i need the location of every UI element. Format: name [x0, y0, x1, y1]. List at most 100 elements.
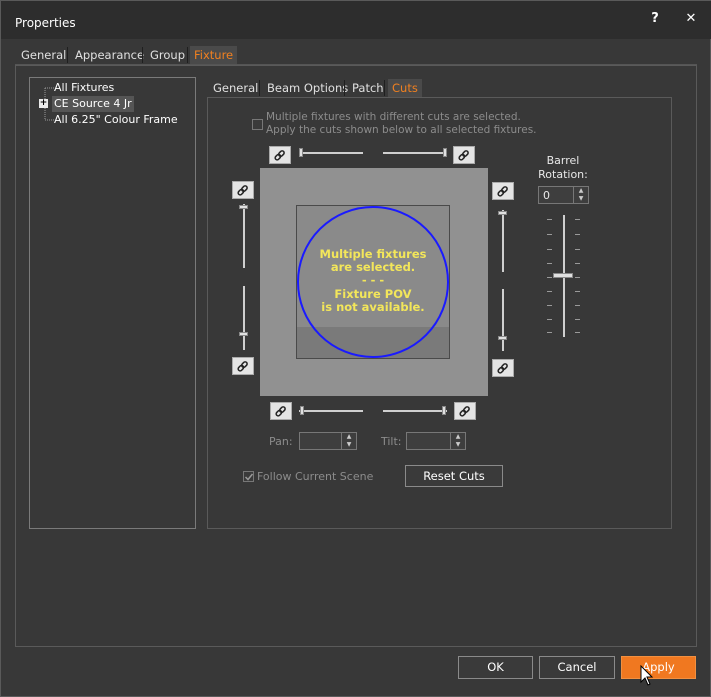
ok-button[interactable]: OK — [458, 656, 533, 679]
slider-tick — [575, 263, 580, 264]
expand-icon[interactable]: + — [39, 99, 48, 108]
slider-tick — [575, 305, 580, 306]
tab-separator — [67, 47, 68, 63]
link-icon — [459, 406, 470, 417]
preview-message-line: is not available. — [321, 300, 425, 314]
link-right-bottom-button[interactable] — [492, 359, 514, 377]
slider-tick — [547, 249, 552, 250]
cut-right-top-slider-track[interactable] — [502, 210, 504, 272]
slider-tick — [547, 277, 552, 278]
barrel-label-line: Rotation: — [538, 168, 588, 181]
tab-general[interactable]: General — [17, 46, 70, 64]
slider-tick — [547, 234, 552, 235]
link-top-left-button[interactable] — [269, 146, 291, 164]
link-icon — [237, 361, 248, 372]
cut-right-bottom-slider-track[interactable] — [502, 289, 504, 351]
cut-top-left-slider-track[interactable] — [299, 152, 363, 154]
help-button[interactable]: ? — [643, 7, 667, 31]
cut-top-left-slider-thumb[interactable] — [299, 148, 303, 157]
cancel-button[interactable]: Cancel — [539, 656, 615, 679]
slider-tick — [575, 291, 580, 292]
cut-left-top-slider-track[interactable] — [243, 204, 245, 268]
link-icon — [497, 363, 508, 374]
tilt-label: Tilt: — [381, 435, 402, 448]
properties-dialog: Properties ? ✕ General Appearance Group … — [0, 0, 711, 697]
apply-cuts-checkbox[interactable] — [252, 119, 263, 130]
link-icon — [275, 406, 286, 417]
cut-bottom-left-slider-track[interactable] — [299, 410, 363, 412]
link-top-right-button[interactable] — [453, 146, 475, 164]
barrel-rotation-input[interactable]: 0 ▲ ▼ — [538, 186, 589, 204]
cut-bottom-right-slider-thumb[interactable] — [442, 406, 446, 415]
multi-warning-text: Multiple fixtures with different cuts ar… — [266, 111, 537, 137]
tree-item-ce-source-4-jr[interactable]: CE Source 4 Jr — [52, 96, 134, 112]
slider-tick — [575, 234, 580, 235]
link-bottom-left-button[interactable] — [270, 402, 292, 420]
link-left-top-button[interactable] — [232, 181, 254, 199]
inner-tab-beam-options[interactable]: Beam Options — [263, 79, 352, 97]
spin-up-icon[interactable]: ▲ — [341, 433, 356, 441]
tab-fixture[interactable]: Fixture — [190, 46, 238, 64]
fixture-tree[interactable]: All Fixtures + CE Source 4 Jr All 6.25" … — [29, 77, 196, 529]
spin-down-icon[interactable]: ▼ — [341, 441, 356, 449]
link-bottom-right-button[interactable] — [454, 402, 476, 420]
barrel-rotation-value: 0 — [543, 189, 550, 202]
close-button[interactable]: ✕ — [679, 7, 703, 31]
slider-tick — [547, 332, 552, 333]
pan-input[interactable]: ▲ ▼ — [299, 432, 357, 450]
slider-tick — [547, 319, 552, 320]
tab-group[interactable]: Group — [146, 46, 189, 64]
tree-item-label: CE Source 4 Jr — [54, 97, 132, 110]
cut-right-top-slider-thumb[interactable] — [498, 211, 507, 215]
cut-left-bottom-slider-thumb[interactable] — [239, 332, 248, 336]
cut-bottom-left-slider-thumb[interactable] — [300, 406, 304, 415]
link-icon — [237, 185, 248, 196]
checkmark-icon — [244, 473, 254, 481]
slider-tick — [575, 332, 580, 333]
slider-tick — [547, 305, 552, 306]
cut-top-right-slider-thumb[interactable] — [443, 148, 447, 157]
apply-button[interactable]: Apply — [621, 656, 696, 679]
tree-item-all-fixtures[interactable]: All Fixtures — [54, 80, 114, 96]
link-right-top-button[interactable] — [492, 182, 514, 200]
link-icon — [497, 186, 508, 197]
tab-separator — [142, 47, 143, 63]
tab-separator — [259, 80, 260, 96]
tab-separator — [344, 80, 345, 96]
spin-down-icon[interactable]: ▼ — [573, 195, 588, 203]
spin-up-icon[interactable]: ▲ — [450, 433, 465, 441]
tab-separator — [384, 80, 385, 96]
cut-left-bottom-slider-track[interactable] — [243, 286, 245, 350]
spin-up-icon[interactable]: ▲ — [573, 187, 588, 195]
tree-item-label: All Fixtures — [54, 81, 115, 94]
tilt-input[interactable]: ▲ ▼ — [406, 432, 466, 450]
tree-item-colour-frame[interactable]: All 6.25" Colour Frame — [54, 112, 178, 128]
cut-right-bottom-slider-thumb[interactable] — [498, 336, 507, 340]
barrel-rotation-label: Barrel Rotation: — [533, 154, 593, 182]
tree-item-label: All 6.25" Colour Frame — [54, 113, 178, 126]
link-left-bottom-button[interactable] — [232, 357, 254, 375]
cut-top-right-slider-track[interactable] — [383, 152, 447, 154]
link-icon — [458, 150, 469, 161]
multi-warning-line: Multiple fixtures with different cuts ar… — [266, 111, 521, 123]
slider-tick — [547, 263, 552, 264]
cut-left-top-slider-thumb[interactable] — [239, 205, 248, 209]
cut-bottom-right-slider-track[interactable] — [383, 410, 447, 412]
follow-scene-label: Follow Current Scene — [257, 470, 374, 483]
inner-tab-general[interactable]: General — [209, 79, 262, 97]
tab-appearance[interactable]: Appearance — [71, 46, 148, 64]
window-title: Properties — [15, 16, 76, 30]
barrel-rotation-slider-thumb[interactable] — [553, 273, 573, 278]
follow-scene-checkbox[interactable] — [243, 471, 254, 482]
multi-warning-line: Apply the cuts shown below to all select… — [266, 124, 537, 136]
spin-down-icon[interactable]: ▼ — [450, 441, 465, 449]
inner-tab-patch[interactable]: Patch — [348, 79, 388, 97]
reset-cuts-button[interactable]: Reset Cuts — [405, 465, 503, 487]
slider-tick — [575, 249, 580, 250]
preview-message-line: - - - — [361, 273, 385, 287]
slider-tick — [547, 291, 552, 292]
inner-tab-cuts[interactable]: Cuts — [388, 79, 422, 97]
mouse-cursor-icon — [640, 665, 654, 686]
slider-tick — [575, 319, 580, 320]
title-bar[interactable] — [1, 1, 711, 39]
